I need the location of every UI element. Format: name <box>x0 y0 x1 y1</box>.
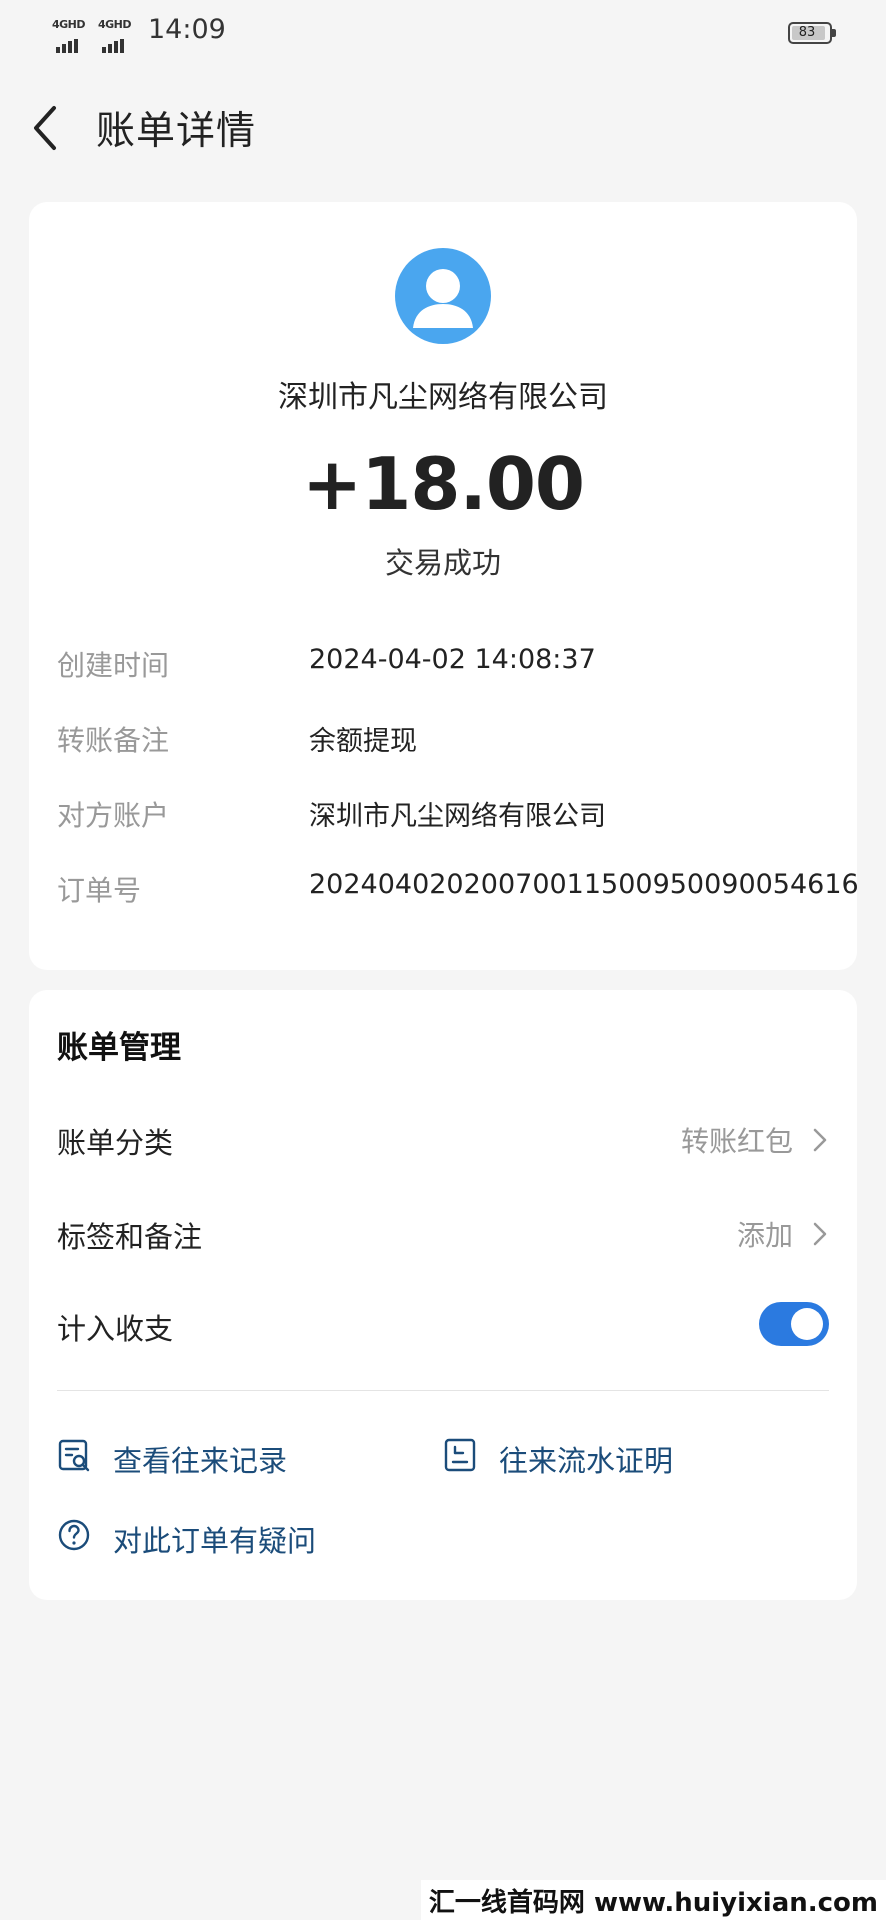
records-search-icon <box>58 1439 90 1472</box>
back-arrow-icon[interactable] <box>28 104 64 152</box>
chevron-right-icon <box>813 1222 827 1246</box>
page-title: 账单详情 <box>96 109 257 154</box>
payee-name: 深圳市凡尘网络有限公司 <box>278 380 608 415</box>
include-in-budget-row: 计入收支 <box>57 1300 829 1350</box>
detail-key: 创建时间 <box>57 649 170 682</box>
user-icon <box>413 269 473 328</box>
sim2-signal-icon: 4GHD <box>98 18 140 53</box>
divider <box>57 1390 829 1391</box>
detail-key: 对方账户 <box>57 799 170 832</box>
order-number: 20240402020070011500950090054616 <box>309 869 859 900</box>
detail-row: 订单号 20240402020070011500950090054616 <box>57 869 859 909</box>
tags-notes-label: 标签和备注 <box>57 1220 203 1254</box>
detail-value: 余额提现 <box>309 726 417 757</box>
sim2-network-label: 4GHD <box>98 18 132 31</box>
status-bar: 4GHD 4GHD 14:09 83 <box>0 0 886 64</box>
chevron-right-icon <box>813 1128 827 1152</box>
bill-category-value: 转账红包 <box>680 1125 793 1158</box>
bill-category-row[interactable]: 账单分类 转账红包 <box>57 1114 829 1164</box>
document-icon <box>444 1438 476 1472</box>
detail-row: 创建时间 2024-04-02 14:08:37 <box>57 644 829 684</box>
transaction-status: 交易成功 <box>384 546 501 580</box>
detail-key: 订单号 <box>57 874 142 907</box>
view-records-label: 查看往来记录 <box>113 1444 288 1478</box>
toggle-knob <box>791 1308 823 1340</box>
battery-level: 83 <box>798 25 816 40</box>
section-title: 账单管理 <box>57 1030 181 1066</box>
question-icon <box>58 1519 90 1551</box>
bill-category-label: 账单分类 <box>57 1126 174 1160</box>
transaction-card: 深圳市凡尘网络有限公司 +18.00 交易成功 创建时间 2024-04-02 … <box>29 202 859 970</box>
detail-value: 深圳市凡尘网络有限公司 <box>309 801 606 832</box>
tags-notes-value: 添加 <box>736 1219 793 1252</box>
detail-row: 对方账户 深圳市凡尘网络有限公司 <box>57 794 829 834</box>
battery-icon: 83 <box>788 22 836 44</box>
tags-notes-row[interactable]: 标签和备注 添加 <box>57 1208 829 1258</box>
sim1-network-label: 4GHD <box>52 18 86 31</box>
watermark-text: 汇一线首码网 www.huiyixian.com <box>420 1880 886 1920</box>
sim1-signal-icon: 4GHD <box>52 18 94 53</box>
detail-row: 转账备注 余额提现 <box>57 719 829 759</box>
clock: 14:09 <box>148 14 226 45</box>
include-in-budget-toggle[interactable] <box>759 1302 829 1346</box>
payee-avatar <box>395 248 491 344</box>
statement-proof-label: 往来流水证明 <box>499 1444 674 1478</box>
detail-key: 转账备注 <box>57 724 170 757</box>
include-in-budget-label: 计入收支 <box>57 1312 174 1346</box>
bill-management-card: 账单管理 账单分类 转账红包 标签和备注 添加 计入收支 查看往来记录 往来流水… <box>29 990 857 1600</box>
detail-value: 2024-04-02 14:08:37 <box>309 644 596 675</box>
transaction-amount: +18.00 <box>301 442 585 526</box>
order-question-label: 对此订单有疑问 <box>113 1524 317 1558</box>
